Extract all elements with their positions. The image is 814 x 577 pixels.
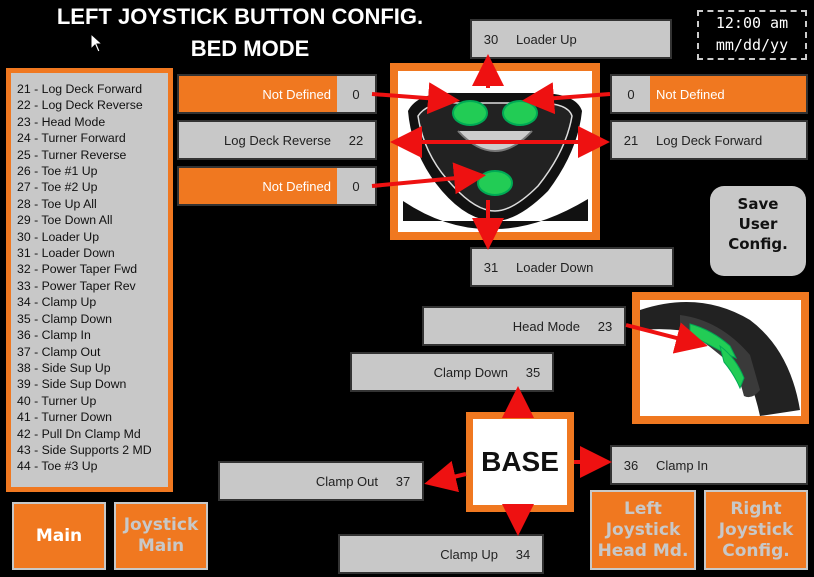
arrow-right-button-icon — [522, 82, 611, 115]
arrow-head-icon — [625, 322, 708, 354]
arrow-base-left-icon — [424, 460, 467, 493]
arrow-center-button-icon — [371, 162, 486, 195]
arrows-overlay — [371, 54, 708, 536]
arrow-left-button-icon — [371, 82, 460, 115]
